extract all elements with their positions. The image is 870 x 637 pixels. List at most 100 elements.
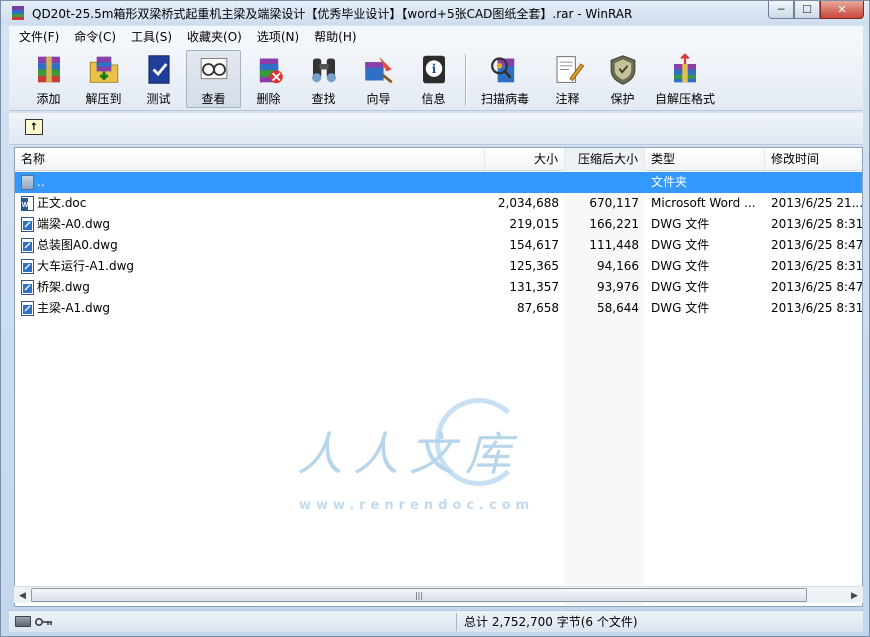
- file-modified: 2013/6/25 8:47: [771, 238, 863, 252]
- scrollbar-thumb[interactable]: |||: [31, 588, 807, 602]
- protect-label: 保护: [610, 92, 635, 106]
- file-modified: 2013/6/25 8:47: [771, 280, 863, 294]
- find-icon: [311, 58, 336, 83]
- scroll-left-button[interactable]: ◀: [14, 587, 31, 604]
- watermark: 人人文库 www.renrendoc.com: [285, 388, 585, 518]
- file-row[interactable]: 端梁-A0.dwg 219,015 166,221 DWG 文件 2013/6/25 8…: [15, 214, 862, 235]
- delete-button[interactable]: 删除: [241, 50, 296, 108]
- test-label: 测试: [146, 92, 171, 106]
- view-label: 查看: [201, 92, 226, 106]
- header-modified[interactable]: 修改时间: [765, 148, 862, 171]
- file-name: ..: [37, 175, 45, 189]
- find-button[interactable]: 查找: [296, 50, 351, 108]
- file-modified: [771, 172, 862, 193]
- extract-to-icon: [89, 56, 118, 83]
- sfx-button[interactable]: 自解压格式: [650, 50, 720, 108]
- scroll-right-button[interactable]: ▶: [846, 587, 863, 604]
- file-modified: 2013/6/25 8:31: [771, 217, 863, 231]
- menu-help[interactable]: 帮助(H): [304, 28, 361, 45]
- menu-tools[interactable]: 工具(S): [121, 28, 177, 45]
- file-row[interactable]: .. 文件夹: [15, 172, 862, 193]
- file-size: 219,015: [509, 217, 559, 231]
- file-name: 总装图A0.dwg: [37, 238, 118, 252]
- window-controls: ─ ☐ ✕: [768, 1, 864, 19]
- word-doc-icon: W: [21, 196, 34, 211]
- wizard-icon: [364, 56, 393, 84]
- add-archive-icon: [37, 56, 60, 83]
- menu-options[interactable]: 选项(N): [247, 28, 304, 45]
- file-row[interactable]: W 正文.doc 2,034,688 670,117 Microsoft Word ..…: [15, 193, 862, 214]
- file-row[interactable]: 主梁-A1.dwg 87,658 58,644 DWG 文件 2013/6/25 8:3…: [15, 298, 862, 319]
- add-button[interactable]: 添加: [21, 50, 76, 108]
- virus-scan-button[interactable]: 扫描病毒: [470, 50, 540, 108]
- close-button[interactable]: ✕: [820, 1, 864, 19]
- horizontal-scrollbar[interactable]: ◀ ||| ▶: [14, 586, 863, 603]
- header-packed[interactable]: 压缩后大小: [565, 148, 645, 171]
- file-type: Microsoft Word ...: [651, 196, 756, 210]
- file-packed: 58,644: [597, 301, 639, 315]
- watermark-text: 人人文库: [297, 427, 521, 481]
- find-label: 查找: [311, 92, 336, 106]
- extract-to-button[interactable]: 解压到: [76, 50, 131, 108]
- minimize-button[interactable]: ─: [768, 1, 794, 19]
- delete-label: 删除: [256, 92, 281, 106]
- menu-bar: 文件(F) 命令(C) 工具(S) 收藏夹(O) 选项(N) 帮助(H): [9, 26, 863, 46]
- delete-icon: [259, 58, 283, 84]
- winrar-app-icon: [10, 5, 26, 21]
- protect-button[interactable]: 保护: [595, 50, 650, 108]
- address-bar: ↑: [9, 113, 863, 145]
- watermark-url: www.renrendoc.com: [299, 498, 535, 513]
- comment-button[interactable]: 注释: [540, 50, 595, 108]
- maximize-button[interactable]: ☐: [794, 1, 820, 19]
- menu-file[interactable]: 文件(F): [9, 28, 64, 45]
- key-icon[interactable]: [35, 617, 53, 627]
- status-left-pane: [9, 613, 457, 631]
- menu-commands[interactable]: 命令(C): [64, 28, 121, 45]
- scroll-left-icon: ◀: [19, 590, 26, 601]
- file-row[interactable]: 总装图A0.dwg 154,617 111,448 DWG 文件 2013/6/25 8…: [15, 235, 862, 256]
- wizard-button[interactable]: 向导: [351, 50, 406, 108]
- file-size: [485, 172, 559, 193]
- virus-scan-icon: [491, 57, 515, 83]
- comment-label: 注释: [555, 92, 580, 106]
- parent-folder-icon: [21, 175, 34, 190]
- close-icon: ✕: [837, 3, 847, 16]
- file-row[interactable]: 桥架.dwg 131,357 93,976 DWG 文件 2013/6/25 8:47: [15, 277, 862, 298]
- info-icon: i: [422, 55, 445, 84]
- menu-favorites[interactable]: 收藏夹(O): [177, 28, 247, 45]
- file-name: 桥架.dwg: [37, 280, 90, 294]
- file-size: 154,617: [509, 238, 559, 252]
- file-packed: [565, 172, 639, 193]
- header-name[interactable]: 名称: [15, 148, 485, 171]
- file-row[interactable]: 大车运行-A1.dwg 125,365 94,166 DWG 文件 2013/6/25 …: [15, 256, 862, 277]
- extract-to-label: 解压到: [85, 92, 122, 106]
- window-title: QD20t-25.5m箱形双梁桥式起重机主梁及端梁设计【优秀毕业设计】【word…: [32, 6, 633, 21]
- header-type[interactable]: 类型: [645, 148, 765, 171]
- list-header: 名称 大小 压缩后大小 类型 修改时间: [15, 148, 862, 171]
- view-button[interactable]: 查看: [186, 50, 241, 108]
- info-label: 信息: [421, 92, 446, 106]
- dwg-file-icon: [21, 217, 34, 232]
- drive-icon[interactable]: [15, 616, 31, 627]
- title-bar[interactable]: QD20t-25.5m箱形双梁桥式起重机主梁及端梁设计【优秀毕业设计】【word…: [1, 1, 869, 25]
- header-size[interactable]: 大小: [485, 148, 565, 171]
- file-modified: 2013/6/25 8:31: [771, 259, 863, 273]
- test-button[interactable]: 测试: [131, 50, 186, 108]
- file-list[interactable]: 名称 大小 压缩后大小 类型 修改时间 .. 文件夹 W 正文.doc 2,034,68…: [14, 147, 863, 607]
- dwg-file-icon: [21, 238, 34, 253]
- maximize-icon: ☐: [802, 3, 812, 16]
- toolbar: 添加 解压到 测试 查看 删除 查找 向导 i 信息 扫描病毒 注释 保护 自解…: [9, 46, 863, 111]
- wizard-label: 向导: [366, 92, 391, 106]
- file-name: 大车运行-A1.dwg: [37, 259, 135, 273]
- file-type: DWG 文件: [651, 217, 710, 231]
- svg-text:i: i: [431, 62, 436, 76]
- status-bar: 总计 2,752,700 字节(6 个文件): [9, 610, 863, 632]
- file-size: 2,034,688: [497, 196, 559, 210]
- file-modified: 2013/6/25 21...: [771, 196, 863, 210]
- dwg-file-icon: [21, 259, 34, 274]
- folder-up-button[interactable]: ↑: [25, 119, 43, 135]
- view-icon: [200, 58, 227, 80]
- scroll-right-icon: ▶: [851, 590, 858, 601]
- file-size: 87,658: [517, 301, 559, 315]
- info-button[interactable]: i 信息: [406, 50, 461, 108]
